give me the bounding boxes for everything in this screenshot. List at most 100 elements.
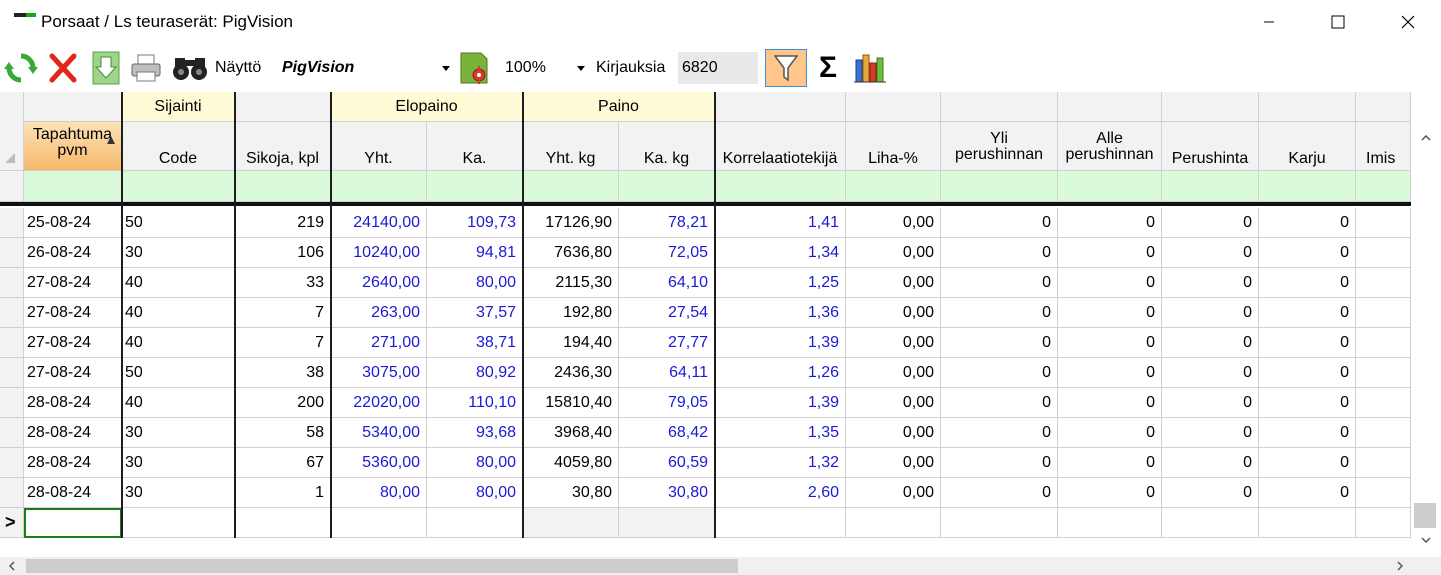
cell-paino-yht[interactable]: 3968,40	[523, 418, 619, 448]
cell-alle[interactable]: 0	[1058, 478, 1162, 508]
data-grid[interactable]: Sijainti Elopaino Paino Tapahtuma pvm Co…	[0, 92, 1441, 557]
cell-karju[interactable]: 0	[1259, 388, 1356, 418]
cell-korrelaatio[interactable]: 2,60	[715, 478, 846, 508]
cell-paino-yht[interactable]: 30,80	[523, 478, 619, 508]
column-header-sikoja[interactable]: Sikoja, kpl	[235, 122, 331, 171]
filter-cell-alle[interactable]	[1058, 171, 1162, 202]
cell-sikoja[interactable]: 67	[235, 448, 331, 478]
column-header-imis[interactable]: Imis	[1356, 122, 1411, 171]
filter-cell-elopaino-yht[interactable]	[331, 171, 427, 202]
cell-alle[interactable]: 0	[1058, 298, 1162, 328]
row-header[interactable]	[0, 268, 24, 298]
new-row-cell[interactable]	[619, 508, 715, 538]
export-button[interactable]	[89, 50, 123, 86]
cell-karju[interactable]: 0	[1259, 448, 1356, 478]
filter-cell-yli[interactable]	[941, 171, 1058, 202]
cell-yli[interactable]: 0	[941, 298, 1058, 328]
cell-elopaino-yht[interactable]: 5340,00	[331, 418, 427, 448]
cell-liha[interactable]: 0,00	[846, 298, 941, 328]
filter-cell-paino-ka[interactable]	[619, 171, 715, 202]
cell-elopaino-yht[interactable]: 24140,00	[331, 208, 427, 238]
cell-paino-ka[interactable]: 27,77	[619, 328, 715, 358]
column-header-paino-ka[interactable]: Ka. kg	[619, 122, 715, 171]
cell-liha[interactable]: 0,00	[846, 478, 941, 508]
cell-paino-yht[interactable]: 192,80	[523, 298, 619, 328]
find-button[interactable]	[170, 50, 210, 86]
cell-korrelaatio[interactable]: 1,39	[715, 328, 846, 358]
cell-elopaino-ka[interactable]: 80,00	[427, 268, 523, 298]
column-header-yli-perushinnan[interactable]: Yli perushinnan	[941, 122, 1058, 171]
column-header-karju[interactable]: Karju	[1259, 122, 1356, 171]
cell-imis[interactable]	[1356, 208, 1411, 238]
cell-liha[interactable]: 0,00	[846, 328, 941, 358]
cell-paino-ka[interactable]: 72,05	[619, 238, 715, 268]
filter-cell-korrelaatio[interactable]	[715, 171, 846, 202]
cell-karju[interactable]: 0	[1259, 238, 1356, 268]
scroll-up-icon[interactable]	[1411, 128, 1441, 148]
cell-liha[interactable]: 0,00	[846, 388, 941, 418]
row-header[interactable]	[0, 328, 24, 358]
column-header-elopaino-ka[interactable]: Ka.	[427, 122, 523, 171]
vertical-scrollbar[interactable]	[1411, 92, 1441, 557]
cell-liha[interactable]: 0,00	[846, 208, 941, 238]
new-row-cell[interactable]	[1259, 508, 1356, 538]
cell-perushinta[interactable]: 0	[1162, 418, 1259, 448]
cell-korrelaatio[interactable]: 1,32	[715, 448, 846, 478]
cell-perushinta[interactable]: 0	[1162, 358, 1259, 388]
maximize-button[interactable]	[1315, 0, 1361, 44]
filter-cell-imis[interactable]	[1356, 171, 1411, 202]
horizontal-scrollbar[interactable]	[0, 557, 1441, 575]
cell-sikoja[interactable]: 1	[235, 478, 331, 508]
cell-yli[interactable]: 0	[941, 478, 1058, 508]
cell-elopaino-yht[interactable]: 22020,00	[331, 388, 427, 418]
row-header[interactable]	[0, 208, 24, 238]
cell-date[interactable]: 27-08-24	[24, 298, 122, 328]
cell-code[interactable]: 30	[122, 418, 235, 448]
cell-alle[interactable]: 0	[1058, 388, 1162, 418]
chart-button[interactable]	[851, 50, 889, 86]
cell-paino-ka[interactable]: 27,54	[619, 298, 715, 328]
cell-paino-yht[interactable]: 2115,30	[523, 268, 619, 298]
cell-code[interactable]: 30	[122, 448, 235, 478]
column-header-liha[interactable]: Liha-%	[846, 122, 941, 171]
cell-paino-yht[interactable]: 2436,30	[523, 358, 619, 388]
cell-paino-ka[interactable]: 79,05	[619, 388, 715, 418]
column-header-paino-yht[interactable]: Yht. kg	[523, 122, 619, 171]
cell-date[interactable]: 28-08-24	[24, 478, 122, 508]
display-select[interactable]: PigVision	[274, 52, 454, 84]
column-header-alle-perushinnan[interactable]: Alle perushinnan	[1058, 122, 1162, 171]
cell-yli[interactable]: 0	[941, 418, 1058, 448]
row-header[interactable]	[0, 418, 24, 448]
vertical-scroll-thumb[interactable]	[1414, 503, 1436, 528]
cell-paino-ka[interactable]: 68,42	[619, 418, 715, 448]
filter-cell-karju[interactable]	[1259, 171, 1356, 202]
row-header[interactable]	[0, 448, 24, 478]
grid-corner[interactable]	[0, 92, 24, 171]
cell-karju[interactable]: 0	[1259, 328, 1356, 358]
cell-alle[interactable]: 0	[1058, 448, 1162, 478]
cell-elopaino-yht[interactable]: 263,00	[331, 298, 427, 328]
filter-cell-date[interactable]	[24, 171, 122, 202]
cell-code[interactable]: 40	[122, 328, 235, 358]
cell-alle[interactable]: 0	[1058, 268, 1162, 298]
column-header-code[interactable]: Code	[122, 122, 235, 171]
cell-imis[interactable]	[1356, 478, 1411, 508]
cell-elopaino-ka[interactable]: 94,81	[427, 238, 523, 268]
cell-liha[interactable]: 0,00	[846, 418, 941, 448]
filter-cell-sikoja[interactable]	[235, 171, 331, 202]
minimize-button[interactable]	[1246, 0, 1292, 44]
new-row-cell[interactable]	[235, 508, 331, 538]
cell-liha[interactable]: 0,00	[846, 448, 941, 478]
cell-imis[interactable]	[1356, 328, 1411, 358]
cell-imis[interactable]	[1356, 418, 1411, 448]
cell-alle[interactable]: 0	[1058, 328, 1162, 358]
cell-sikoja[interactable]: 7	[235, 328, 331, 358]
cell-code[interactable]: 40	[122, 298, 235, 328]
filter-cell-paino-yht[interactable]	[523, 171, 619, 202]
scroll-left-icon[interactable]	[0, 557, 24, 575]
cell-perushinta[interactable]: 0	[1162, 238, 1259, 268]
cell-perushinta[interactable]: 0	[1162, 328, 1259, 358]
cell-perushinta[interactable]: 0	[1162, 268, 1259, 298]
filter-cell-liha[interactable]	[846, 171, 941, 202]
cell-elopaino-yht[interactable]: 271,00	[331, 328, 427, 358]
